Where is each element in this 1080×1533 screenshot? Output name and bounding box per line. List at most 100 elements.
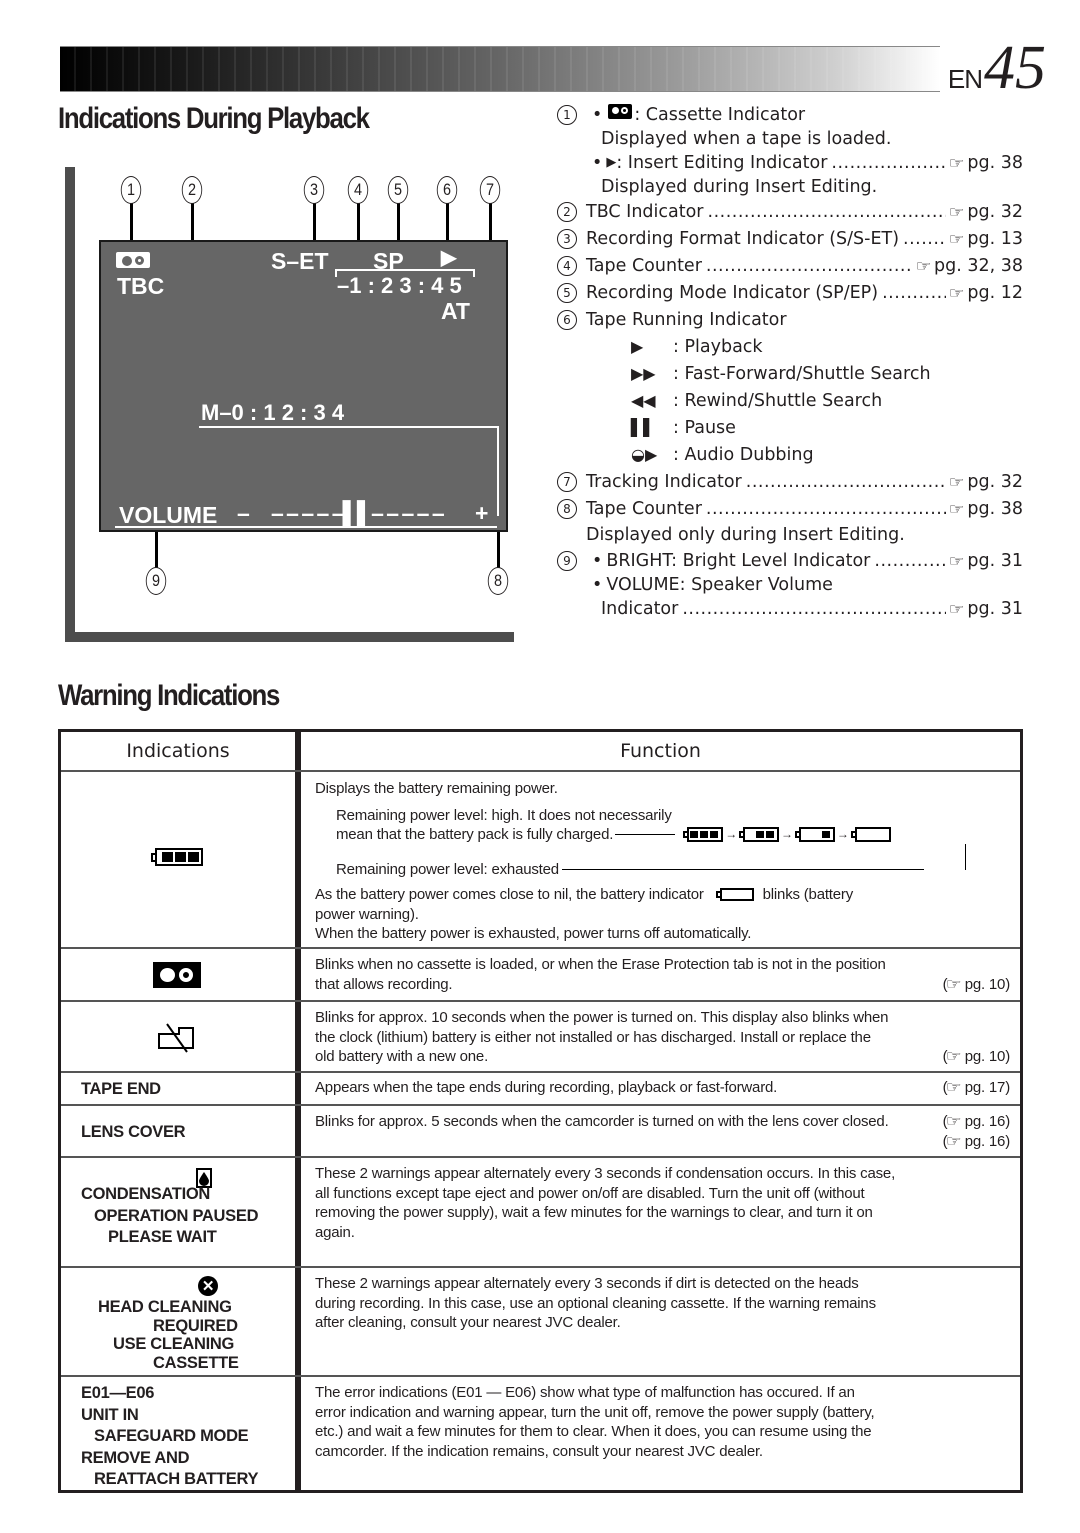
page-reference: (☞ pg. 10) — [942, 975, 1011, 993]
page-reference-text: pg. 31 — [967, 599, 1023, 619]
callout-number: 5 — [557, 283, 577, 303]
pointing-hand-icon: ☞ — [948, 500, 965, 518]
bullet: • — [592, 551, 603, 571]
function-line: error indication and warning appear, tur… — [315, 1403, 875, 1421]
warning-table: Indications Function Displays the batter… — [58, 729, 1023, 1493]
function-line: Blinks for approx. 10 seconds when the p… — [315, 1009, 889, 1026]
legend-label: Displayed when a tape is loaded. — [601, 129, 892, 149]
battery-cell — [700, 831, 709, 839]
function-line: blinks (battery — [762, 886, 854, 903]
leader-dots — [831, 152, 946, 174]
tape-running-symbol: ▌▌ — [631, 418, 656, 437]
page-reference: (☞ pg. 16) — [942, 1132, 1011, 1150]
page-number-value: 45 — [984, 34, 1046, 102]
indication-line: LENS COVER — [81, 1123, 186, 1141]
pointing-hand-icon: ☞ — [946, 1048, 963, 1065]
page-reference: ☞ pg. 38 — [948, 152, 1023, 174]
callout-5: 5 — [387, 176, 409, 204]
tape-running-symbol: ◀◀ — [631, 391, 656, 410]
page-reference-text: pg. 16 — [964, 1113, 1006, 1130]
battery-terminal — [683, 831, 689, 839]
table-row: CONDENSATION OPERATION PAUSED PLEASE WAIT T… — [61, 1156, 1020, 1266]
battery-icon — [850, 827, 891, 843]
battery-cell — [188, 852, 199, 862]
arrow-icon: → — [781, 827, 793, 841]
legend-item: • VOLUME: Speaker Volume — [557, 574, 1023, 596]
function-line: Appears when the tape ends during record… — [315, 1078, 1010, 1098]
page-reference-text: pg. 38 — [967, 153, 1023, 173]
viewfinder-screen: TBC S–ET SP ▶ –1 : 2 3 : 4 5 AT M–0 : 1 … — [99, 240, 508, 532]
table-row: Blinks for approx. 10 seconds when the p… — [61, 1000, 1020, 1071]
pointing-hand-icon: ☞ — [915, 257, 932, 275]
legend-label: BRIGHT: Bright Level Indicator — [606, 551, 871, 571]
page-reference-text: pg. 32 — [967, 202, 1023, 222]
page-reference-text: pg. 32 — [967, 472, 1023, 492]
osd-volume-bar: – – – – –▌▌– – – – – — [271, 500, 445, 526]
page-number: EN 45 — [948, 34, 1046, 102]
leader-dots — [874, 550, 946, 572]
leader-dots — [706, 255, 913, 277]
indication-cell — [61, 1002, 295, 1071]
leader-dots — [903, 228, 946, 250]
pointing-hand-icon: ☞ — [948, 154, 965, 172]
callout-8: 8 — [487, 567, 509, 595]
legend-label: Tape Counter — [586, 499, 702, 519]
function-line-exhausted: Remaining power level: exhausted — [315, 843, 1010, 880]
function-cell: These 2 warnings appear alternately ever… — [315, 1164, 1010, 1242]
page-reference-text: pg. 16 — [964, 1132, 1006, 1150]
legend-label: : Audio Dubbing — [673, 445, 814, 465]
page-reference: ☞ pg. 31 — [949, 550, 1023, 572]
page-reference: ☞ pg. 13 — [949, 228, 1023, 250]
legend-label: Tape Counter — [586, 256, 702, 276]
legend-item: ▶: Playback — [557, 336, 1023, 358]
cassette-icon — [608, 104, 633, 119]
legend-item: 9 •BRIGHT: Bright Level Indicator ☞pg. 31 — [557, 550, 1023, 572]
legend-item: ▌▌: Pause — [557, 417, 1023, 439]
indication-line: USE CLEANING — [113, 1335, 235, 1353]
page-reference-text: pg. 32, 38 — [933, 256, 1023, 276]
page-reference-text: pg. 31 — [967, 551, 1023, 571]
indication-line: CONDENSATION — [81, 1185, 211, 1203]
legend-label: VOLUME: Speaker Volume — [606, 575, 833, 595]
pointing-hand-icon: ☞ — [948, 600, 965, 618]
legend-item: Displayed only during Insert Editing. — [557, 524, 1023, 546]
indication-cell — [61, 772, 295, 947]
diagram-frame-left — [65, 167, 75, 640]
function-cell: These 2 warnings appear alternately ever… — [315, 1274, 1010, 1333]
function-line: Remaining power level: exhausted — [336, 860, 559, 878]
indication-line: OPERATION PAUSED — [94, 1206, 259, 1225]
indication-cell: E01—E06 UNIT IN SAFEGUARD MODE REMOVE AND RE… — [61, 1377, 295, 1496]
legend-item: 4 Tape Counter ☞pg. 32, 38 — [557, 255, 1023, 277]
pointing-hand-icon: ☞ — [946, 1079, 963, 1096]
legend-label: Tape Running Indicator — [586, 310, 787, 330]
osd-running: ▶ — [441, 247, 457, 269]
battery-cell — [821, 831, 830, 839]
function-line: the clock (lithium) battery is either no… — [315, 1028, 871, 1046]
osd-memory-counter: M–0 : 1 2 : 3 4 — [201, 400, 345, 425]
function-line: These 2 warnings appear alternately ever… — [315, 1275, 859, 1292]
callout-number: 3 — [557, 229, 577, 249]
pointing-hand-icon: ☞ — [948, 473, 965, 491]
callout-6: 6 — [436, 176, 458, 204]
indication-line: SAFEGUARD MODE — [94, 1427, 249, 1445]
function-line: during recording. In this case, use an o… — [315, 1294, 876, 1312]
function-line: camcorder. If the indication remains, co… — [315, 1442, 763, 1460]
battery-terminal — [151, 853, 156, 862]
table-row: Blinks when no cassette is loaded, or wh… — [61, 947, 1020, 1000]
battery-level-sequence: → → → — [681, 825, 891, 845]
battery-icon — [151, 848, 203, 866]
function-cell: Displays the battery remaining power. Rem… — [315, 779, 1010, 944]
legend-item: 1 •: Cassette Indicator — [557, 104, 1023, 126]
indication-text: LENS COVER — [61, 1122, 186, 1144]
battery-cell — [766, 831, 775, 839]
cassette-icon — [153, 962, 201, 988]
arrow-icon: → — [836, 827, 849, 841]
function-line: Blinks for approx. 5 seconds when the ca… — [315, 1112, 1010, 1132]
table-row: E01—E06 UNIT IN SAFEGUARD MODE REMOVE AND RE… — [61, 1375, 1020, 1496]
indication-line: UNIT IN — [81, 1405, 139, 1424]
legend-label: Recording Mode Indicator (SP/EP) — [586, 283, 879, 303]
function-line: Displays the battery remaining power. — [315, 780, 558, 797]
legend-item: ▶▶: Fast-Forward/Shuttle Search — [557, 363, 1023, 385]
table-row: ✕ HEAD CLEANING REQUIRED USE CLEANING CASSET… — [61, 1266, 1020, 1375]
callout-7: 7 — [479, 176, 501, 204]
